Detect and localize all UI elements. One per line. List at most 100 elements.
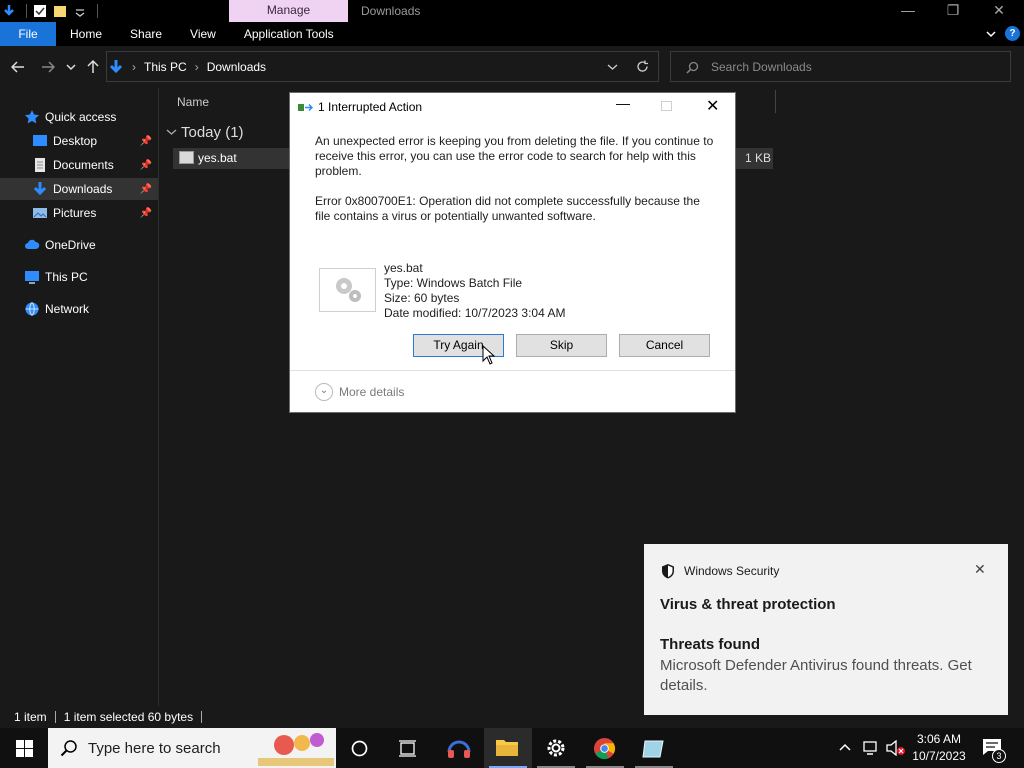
toolbar-separator: [26, 4, 27, 18]
taskbar-search-input[interactable]: Type here to search: [88, 740, 221, 757]
up-arrow-icon[interactable]: [86, 59, 100, 74]
tab-home[interactable]: Home: [56, 22, 116, 46]
batch-file-icon: [179, 151, 194, 164]
help-button[interactable]: ?: [1005, 26, 1020, 41]
forward-arrow-icon[interactable]: [41, 60, 55, 74]
column-header-name[interactable]: Name: [177, 95, 209, 109]
selection-info: 1 item selected 60 bytes: [63, 710, 194, 724]
security-notification[interactable]: Windows Security ✕ Virus & threat protec…: [644, 544, 1008, 715]
search-box[interactable]: Search Downloads: [670, 51, 1011, 82]
folder-icon: [496, 740, 518, 756]
file-operation-icon: [298, 103, 313, 112]
interrupted-action-dialog: 1 Interrupted Action — ✕ An unexpected e…: [289, 92, 736, 413]
more-details-toggle[interactable]: ⌄ More details: [315, 383, 404, 401]
task-view-circle-icon[interactable]: [351, 740, 368, 757]
downloads-icon: [33, 182, 47, 196]
star-icon: [25, 110, 39, 124]
file-name: yes.bat: [198, 151, 237, 165]
notification-close-button[interactable]: ✕: [974, 561, 986, 578]
file-size: 1 KB: [745, 151, 772, 165]
chrome-icon[interactable]: [593, 737, 616, 760]
refresh-icon[interactable]: [636, 60, 649, 73]
notification-app-name: Windows Security: [684, 564, 780, 578]
dialog-close-button[interactable]: ✕: [706, 96, 719, 116]
muted-volume-icon[interactable]: [886, 740, 906, 756]
chevron-down-icon: ⌄: [315, 383, 333, 401]
search-input[interactable]: Search Downloads: [711, 60, 812, 74]
column-separator[interactable]: [775, 90, 776, 113]
documents-icon: [35, 158, 45, 172]
recent-locations-chevron-icon[interactable]: [66, 62, 76, 72]
pin-icon[interactable]: 📌: [140, 136, 152, 147]
tab-application-tools[interactable]: Application Tools: [230, 22, 348, 46]
dialog-file-size: Size: 60 bytes: [384, 291, 460, 305]
batch-file-gear-icon: [319, 268, 376, 312]
pin-icon[interactable]: 📌: [140, 208, 152, 219]
dialog-file-type: Type: Windows Batch File: [384, 276, 523, 290]
windows-start-icon[interactable]: [16, 740, 33, 757]
maximize-button[interactable]: ❐: [930, 0, 976, 22]
notification-heading: Virus & threat protection: [660, 596, 836, 613]
tab-file[interactable]: File: [0, 22, 56, 46]
settings-gear-icon[interactable]: [545, 737, 567, 759]
customize-toolbar-chevron-icon[interactable]: [73, 4, 87, 18]
sidebar-item-onedrive[interactable]: OneDrive: [0, 234, 158, 256]
properties-icon[interactable]: [33, 4, 47, 18]
gears-icon: [336, 278, 361, 302]
collapse-chevron-icon: [166, 129, 177, 135]
ribbon-tabs: File Home Share View Application Tools ?: [0, 22, 1024, 46]
sidebar-item-label: This PC: [45, 270, 88, 284]
show-hidden-icons-chevron-icon[interactable]: [839, 743, 851, 751]
breadcrumb-downloads[interactable]: Downloads: [207, 60, 266, 74]
dialog-maximize-button: [661, 101, 672, 111]
address-history-chevron-icon[interactable]: [607, 62, 618, 72]
sidebar-item-this-pc[interactable]: This PC: [0, 266, 158, 288]
status-separator: [201, 711, 203, 723]
network-icon: [25, 302, 39, 316]
sidebar-item-downloads[interactable]: Downloads 📌: [0, 178, 158, 200]
cloud-icon: [25, 239, 40, 249]
notification-count-badge: 3: [992, 749, 1006, 763]
dialog-divider: [290, 370, 735, 371]
taskbar-search-box[interactable]: Type here to search: [48, 728, 336, 768]
back-arrow-icon[interactable]: [11, 60, 25, 74]
expand-ribbon-chevron-icon[interactable]: [985, 28, 997, 40]
headphones-app-icon[interactable]: [446, 737, 472, 759]
downloads-arrow-icon: [4, 5, 14, 16]
breadcrumb-this-pc[interactable]: This PC: [144, 60, 187, 74]
breadcrumb-separator-icon: ›: [194, 60, 199, 74]
title-bar: Manage Downloads — ❐ ✕: [0, 0, 1024, 22]
more-details-label: More details: [339, 385, 405, 399]
paint-app-icon[interactable]: [642, 737, 666, 759]
quick-access-toolbar: [0, 0, 98, 22]
pin-icon[interactable]: 📌: [140, 184, 152, 195]
sidebar-item-quick-access[interactable]: Quick access: [0, 106, 158, 128]
sidebar-item-desktop[interactable]: Desktop 📌: [0, 130, 158, 152]
sidebar-item-documents[interactable]: Documents 📌: [0, 154, 158, 176]
group-header-today[interactable]: Today (1): [166, 124, 244, 141]
task-view-icon[interactable]: [398, 740, 417, 757]
search-icon: [60, 740, 77, 757]
cancel-button[interactable]: Cancel: [619, 334, 710, 357]
sidebar-item-network[interactable]: Network: [0, 298, 158, 320]
toolbar-separator: [97, 4, 98, 18]
computer-icon: [25, 271, 39, 284]
taskbar: Type here to search 3:06 AM 10/7/2023 3: [0, 728, 1024, 768]
skip-button[interactable]: Skip: [516, 334, 607, 357]
minimize-button[interactable]: —: [885, 0, 931, 22]
hot-air-balloons-icon: [258, 733, 334, 766]
tab-view[interactable]: View: [176, 22, 230, 46]
pin-icon[interactable]: 📌: [140, 160, 152, 171]
clock-date: 10/7/2023: [912, 749, 966, 763]
tab-manage[interactable]: Manage: [229, 0, 348, 22]
close-button[interactable]: ✕: [976, 0, 1022, 22]
new-folder-icon[interactable]: [53, 4, 67, 18]
dialog-file-name: yes.bat: [384, 261, 423, 275]
sidebar-item-label: Quick access: [45, 110, 117, 124]
network-status-icon[interactable]: [862, 740, 880, 756]
tab-share[interactable]: Share: [116, 22, 176, 46]
downloads-folder-icon: [109, 60, 123, 74]
system-clock[interactable]: 3:06 AM 10/7/2023: [908, 731, 970, 765]
sidebar-item-pictures[interactable]: Pictures 📌: [0, 202, 158, 224]
dialog-minimize-button[interactable]: —: [616, 95, 630, 111]
